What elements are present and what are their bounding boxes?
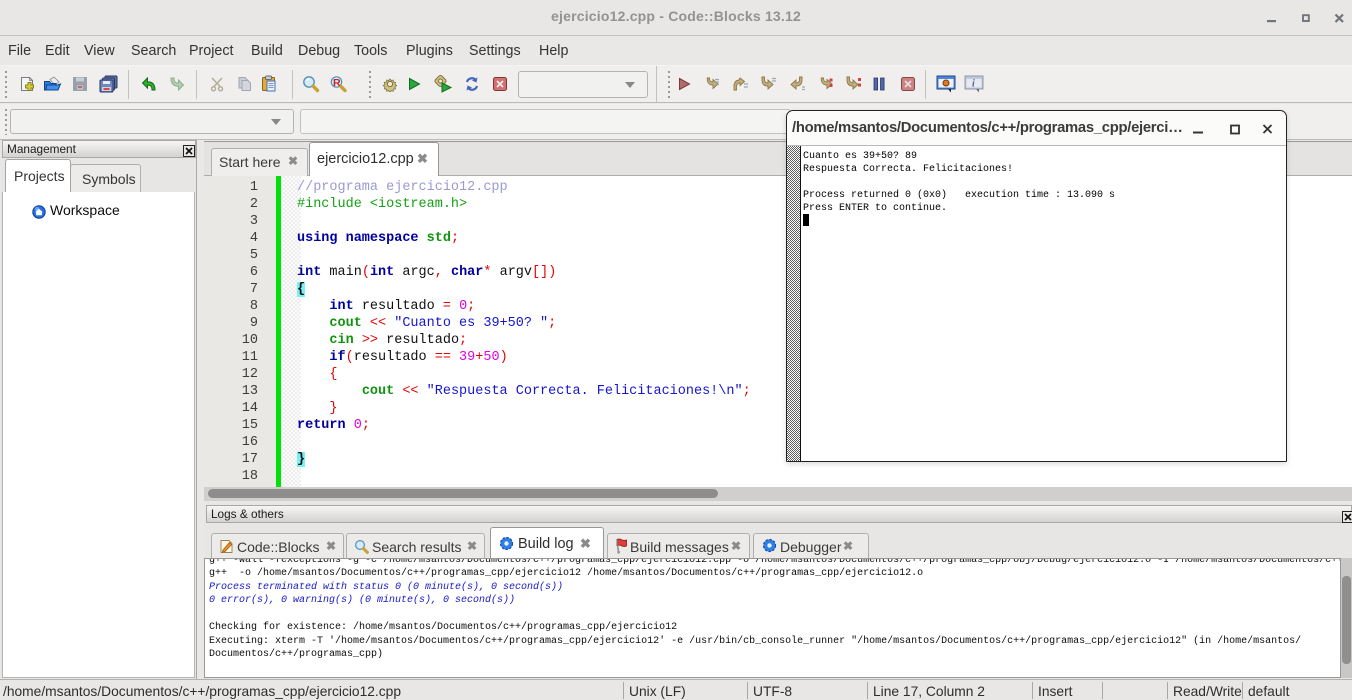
svg-text:R: R — [333, 77, 341, 89]
svg-text:i: i — [972, 79, 975, 90]
